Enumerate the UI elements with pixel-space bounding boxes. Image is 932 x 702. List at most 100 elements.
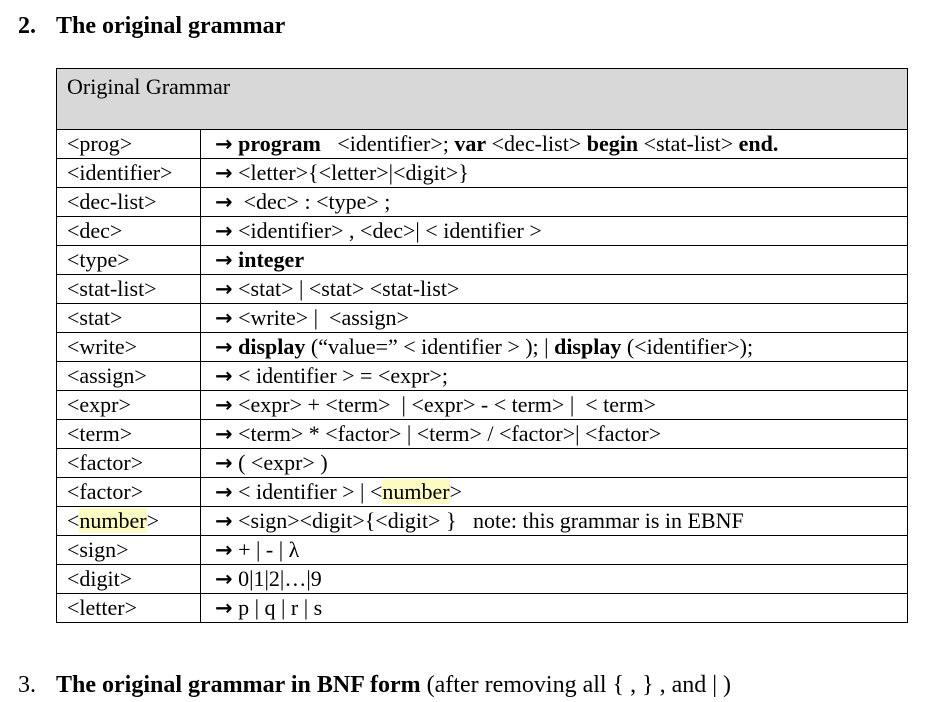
grammar-rule-rhs: → ( <expr> ) xyxy=(199,448,909,478)
arrow-icon: → xyxy=(215,538,233,562)
grammar-rule-rhs: → < identifier > = <expr>; xyxy=(199,361,909,391)
grammar-row: <dec-list> → <dec> : <type> ; xyxy=(56,187,909,217)
grammar-rule-lhs: <digit> xyxy=(56,564,201,594)
grammar-text: <write> | <assign> xyxy=(238,305,409,330)
grammar-rule-rhs: → display (“value=” < identifier > ); | … xyxy=(199,332,909,362)
arrow-icon: → xyxy=(215,364,233,388)
grammar-rule-rhs: → + | - | λ xyxy=(199,535,909,565)
grammar-text: <identifier> , <dec>| < identifier > xyxy=(238,218,542,243)
grammar-rule-rhs: → <letter>{<letter>|<digit>} xyxy=(199,158,909,188)
grammar-text: < identifier > | < xyxy=(238,479,383,504)
grammar-rule-lhs: <factor> xyxy=(56,477,201,507)
grammar-table: Original Grammar <prog> → program <identi… xyxy=(55,68,909,623)
section-3-number: 3. xyxy=(18,672,36,698)
grammar-text: > xyxy=(449,479,462,504)
grammar-row: <digit> → 0|1|2|…|9 xyxy=(56,564,909,594)
grammar-row: <dec> → <identifier> , <dec>| < identifie… xyxy=(56,216,909,246)
grammar-text: <stat> | <stat> <stat-list> xyxy=(238,276,460,301)
grammar-row: <type> → integer xyxy=(56,245,909,275)
grammar-text: <sign><digit>{<digit> } note: this gramm… xyxy=(238,508,744,533)
grammar-row: <write> → display (“value=” < identifier … xyxy=(56,332,909,362)
section-2-heading: 2. The original grammar xyxy=(18,8,285,44)
arrow-icon: → xyxy=(215,422,233,446)
grammar-text: ( <expr> ) xyxy=(238,450,328,475)
arrow-icon: → xyxy=(215,248,233,272)
grammar-rule-lhs: <type> xyxy=(56,245,201,275)
grammar-row: <factor> → < identifier > | <number> xyxy=(56,477,909,507)
arrow-icon: → xyxy=(215,451,233,475)
grammar-rule-lhs: <term> xyxy=(56,419,201,449)
grammar-rule-lhs: <factor> xyxy=(56,448,201,478)
arrow-icon: → xyxy=(215,161,233,185)
section-2-title: The original grammar xyxy=(56,13,286,39)
grammar-rule-lhs: <dec> xyxy=(56,216,201,246)
grammar-text: 0|1|2|…|9 xyxy=(238,566,322,591)
grammar-text: p | q | r | s xyxy=(238,595,323,620)
grammar-rule-rhs: → <dec> : <type> ; xyxy=(199,187,909,217)
grammar-keyword: program xyxy=(238,131,321,156)
grammar-rule-rhs: → < identifier > | <number> xyxy=(199,477,909,507)
grammar-rule-lhs: <identifier> xyxy=(56,158,201,188)
grammar-rule-lhs: <dec-list> xyxy=(56,187,201,217)
grammar-text: <term> * <factor> | <term> / <factor>| <… xyxy=(238,421,662,446)
grammar-text: <identifier>; xyxy=(320,131,455,156)
grammar-text: <dec> : <type> ; xyxy=(238,189,391,214)
section-3-heading: 3. The original grammar in BNF form (afte… xyxy=(18,668,731,702)
grammar-row: <assign> → < identifier > = <expr>; xyxy=(56,361,909,391)
arrow-icon: → xyxy=(215,306,233,330)
arrow-icon: → xyxy=(215,277,233,301)
grammar-rule-rhs: → program <identifier>; var <dec-list> b… xyxy=(199,129,909,159)
grammar-keyword: display xyxy=(554,334,622,359)
grammar-row: <term> → <term> * <factor> | <term> / <fa… xyxy=(56,419,909,449)
grammar-keyword: begin xyxy=(586,131,639,156)
grammar-table-header-row: Original Grammar xyxy=(55,68,909,130)
grammar-keyword: end. xyxy=(738,131,779,156)
grammar-row: <stat-list> → <stat> | <stat> <stat-list> xyxy=(56,274,909,304)
grammar-row: <letter> → p | q | r | s xyxy=(56,593,909,623)
arrow-icon: → xyxy=(215,393,233,417)
grammar-rule-lhs: <number> xyxy=(56,506,201,536)
grammar-text: (<identifier>); xyxy=(621,334,754,359)
grammar-rule-rhs: → 0|1|2|…|9 xyxy=(199,564,909,594)
grammar-rule-rhs: → integer xyxy=(199,245,909,275)
section-3-title-rest: (after removing all { , } , and | ) xyxy=(420,672,732,698)
arrow-icon: → xyxy=(215,509,233,533)
arrow-icon: → xyxy=(215,132,233,156)
grammar-rule-lhs: <letter> xyxy=(56,593,201,623)
grammar-text: <stat-list> xyxy=(638,131,739,156)
arrow-icon: → xyxy=(215,190,233,214)
arrow-icon: → xyxy=(215,596,233,620)
grammar-rule-lhs: <stat> xyxy=(56,303,201,333)
grammar-rule-rhs: → <write> | <assign> xyxy=(199,303,909,333)
highlighted-text: number xyxy=(79,508,147,533)
arrow-icon: → xyxy=(215,335,233,359)
grammar-rule-lhs: <assign> xyxy=(56,361,201,391)
grammar-row: <prog> → program <identifier>; var <dec-l… xyxy=(56,129,909,159)
grammar-rule-lhs: <write> xyxy=(56,332,201,362)
arrow-icon: → xyxy=(215,567,233,591)
section-2-number: 2. xyxy=(18,13,36,39)
grammar-rule-rhs: → <term> * <factor> | <term> / <factor>|… xyxy=(199,419,909,449)
grammar-rule-rhs: → <sign><digit>{<digit> } note: this gra… xyxy=(199,506,909,536)
arrow-icon: → xyxy=(215,219,233,243)
grammar-rule-lhs: <stat-list> xyxy=(56,274,201,304)
grammar-rule-rhs: → <identifier> , <dec>| < identifier > xyxy=(199,216,909,246)
grammar-text: <letter>{<letter>|<digit>} xyxy=(238,160,469,185)
grammar-rule-lhs: <prog> xyxy=(56,129,201,159)
grammar-text: < identifier > = <expr>; xyxy=(238,363,448,388)
grammar-text: (“value=” < identifier > ); | xyxy=(305,334,555,359)
grammar-text: <expr> + <term> | <expr> - < term> | < t… xyxy=(238,392,656,417)
grammar-table-header: Original Grammar xyxy=(55,68,909,130)
grammar-text: + | - | λ xyxy=(238,537,300,562)
grammar-row: <factor> → ( <expr> ) xyxy=(56,448,909,478)
grammar-row: <number> → <sign><digit>{<digit> } note: … xyxy=(56,506,909,536)
grammar-keyword: display xyxy=(238,334,306,359)
grammar-row: <identifier> → <letter>{<letter>|<digit>} xyxy=(56,158,909,188)
grammar-text: <dec-list> xyxy=(486,131,587,156)
grammar-rule-rhs: → p | q | r | s xyxy=(199,593,909,623)
grammar-row: <sign> → + | - | λ xyxy=(56,535,909,565)
grammar-rule-lhs: <expr> xyxy=(56,390,201,420)
highlighted-text: number xyxy=(382,479,450,504)
section-3-title-bold: The original grammar in BNF form xyxy=(56,672,421,698)
grammar-rule-rhs: → <stat> | <stat> <stat-list> xyxy=(199,274,909,304)
